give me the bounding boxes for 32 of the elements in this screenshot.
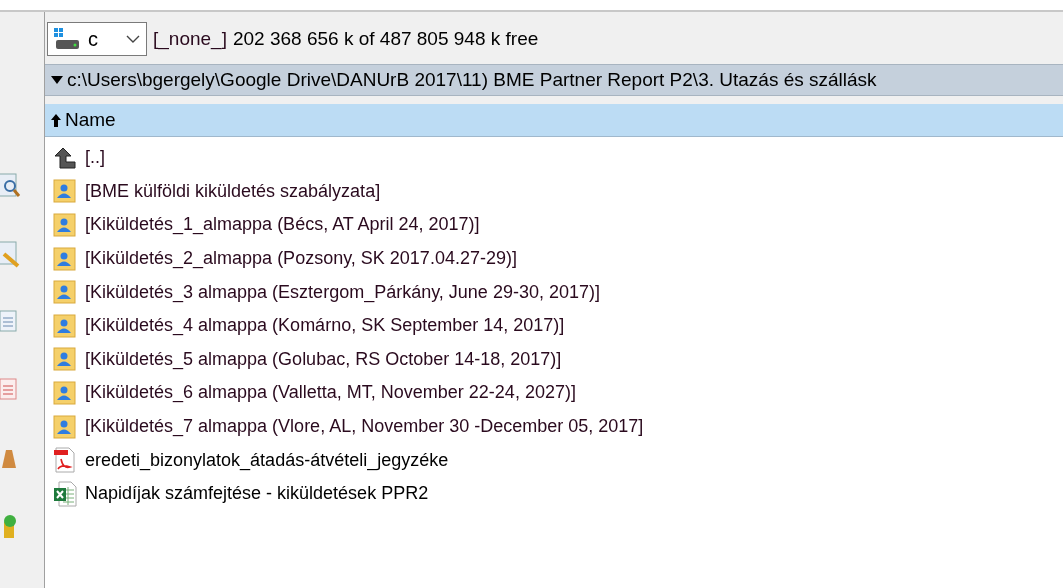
drive-icon bbox=[54, 28, 80, 50]
folder-name[interactable]: [Kiküldetés_6 almappa (Valletta, MT, November 22-24, 2027)] bbox=[85, 382, 576, 404]
pdf-file-icon bbox=[53, 447, 77, 474]
edit-document-icon[interactable] bbox=[0, 240, 22, 268]
path-bar[interactable]: c:\Users\bgergely\Google Drive\DANUrB 2017\11) BME Partner Report P2\3. Utazás és szállásk bbox=[45, 64, 1063, 96]
folder-name[interactable]: [Kiküldetés_5 almappa (Golubac, RS October 14-18, 2017)] bbox=[85, 348, 562, 370]
spreadsheet-file-icon bbox=[53, 480, 77, 507]
folder-name[interactable]: [Kiküldetés_2_almappa (Pozsony, SK 2017.04.27-29)] bbox=[85, 248, 517, 270]
folder-name[interactable]: [..] bbox=[85, 147, 105, 169]
file-name[interactable]: eredeti_bizonylatok_átadás-átvételi_jegyzéke bbox=[85, 449, 449, 471]
folder-name[interactable]: [Kiküldetés_3 almappa (Esztergom_Párkány, June 29-30, 2017)] bbox=[85, 281, 600, 303]
name-column-header[interactable]: Name bbox=[49, 109, 118, 131]
drive-dropdown[interactable]: c bbox=[47, 22, 147, 56]
shared-folder-icon bbox=[53, 213, 77, 237]
shared-folder-icon bbox=[53, 414, 77, 439]
shared-folder-icon bbox=[53, 313, 77, 338]
dropdown-triangle-icon bbox=[51, 76, 63, 84]
folder-name[interactable]: [Kiküldetés_1_almappa (Bécs, AT April 24, 2017)] bbox=[85, 214, 480, 236]
shared-folder-icon bbox=[53, 380, 77, 405]
shared-folder-icon bbox=[53, 179, 77, 204]
volume-label: [_none_] bbox=[153, 28, 227, 50]
up-arrow-icon bbox=[53, 145, 77, 170]
shared-folder-icon bbox=[53, 347, 77, 372]
free-space-text: 202 368 656 k of 487 805 948 k free bbox=[232, 28, 539, 50]
folder-name[interactable]: [Kiküldetés_4 almappa (Komárno, SK September 14, 2017)] bbox=[85, 315, 565, 337]
folder-name[interactable]: [Kiküldetés_7 almappa (Vlore, AL, November 30 -December 05, 2017] bbox=[85, 416, 644, 438]
file-name[interactable]: Napidíjak számfejtése - kiküldetések PPR2 bbox=[85, 483, 429, 505]
folder-name[interactable]: [BME külföldi kiküldetés szabályzata] bbox=[85, 180, 381, 202]
chevron-down-icon bbox=[126, 35, 140, 43]
shared-folder-icon bbox=[53, 246, 77, 271]
search-icon[interactable] bbox=[0, 172, 22, 200]
shared-folder-icon bbox=[53, 280, 77, 305]
